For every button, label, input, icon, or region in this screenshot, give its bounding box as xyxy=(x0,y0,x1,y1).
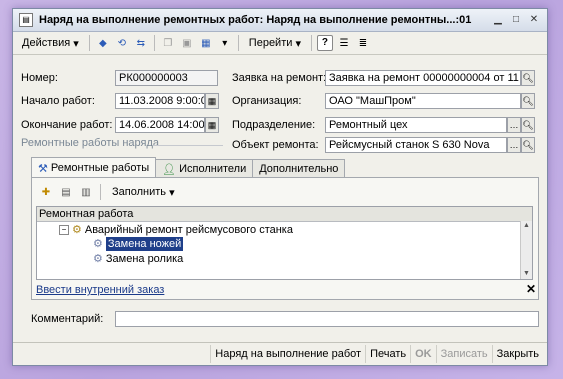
close-button[interactable]: ✕ xyxy=(527,14,541,26)
gear-icon: ⚙ xyxy=(93,253,103,265)
department-label: Подразделение: xyxy=(232,119,316,131)
tab-repair-works[interactable]: ⚒ Ремонтные работы xyxy=(31,157,157,178)
tree-row-label: Замена ролика xyxy=(105,253,184,265)
organization-label: Организация: xyxy=(232,95,302,107)
number-label: Номер: xyxy=(21,72,58,84)
tab-executors[interactable]: 👤︎ Исполнители xyxy=(155,159,254,178)
back-arrow-icon[interactable]: ◆ xyxy=(95,35,111,51)
section-title: Ремонтные работы наряда xyxy=(21,137,160,149)
copy-icon[interactable]: ❐ xyxy=(160,35,176,51)
tab-bar: ⚒ Ремонтные работы 👤︎ Исполнители Дополнит… xyxy=(31,157,346,178)
actions-label: Действия xyxy=(22,37,71,49)
tree-row[interactable]: ⚙ Замена ножей xyxy=(93,237,184,251)
tree-row-label: Аварийный ремонт рейсмусового станка xyxy=(84,224,293,236)
chevron-down-icon: ▾ xyxy=(295,37,301,50)
chevron-down-icon: ▾ xyxy=(73,37,79,50)
list-icon[interactable]: ☰ xyxy=(336,35,352,51)
goto-menu-button[interactable]: Перейти ▾ xyxy=(244,34,306,52)
object-label: Объект ремонта: xyxy=(232,139,319,151)
department-field[interactable]: Ремонтный цех xyxy=(325,117,507,133)
actions-menu-button[interactable]: Действия ▾ xyxy=(17,34,84,52)
vertical-scrollbar[interactable]: ▲ ▼ xyxy=(520,221,532,279)
tab-label: Исполнители xyxy=(179,163,247,175)
calendar-icon[interactable]: ▦ xyxy=(205,117,219,133)
print-form-button[interactable]: Наряд на выполнение работ xyxy=(210,345,365,363)
chevron-down-icon: ▾ xyxy=(169,186,175,199)
tab-additional[interactable]: Дополнительно xyxy=(252,159,346,178)
toolbar: Действия ▾ ◆ ⟲ ⇆ ❐ ▣ ▦ ▾ Перейти ▾ ? ☰ ≣ xyxy=(13,32,547,55)
edit-row-icon[interactable]: ▥ xyxy=(78,184,94,200)
toolbar-separator xyxy=(88,35,90,51)
start-date-field[interactable]: 11.03.2008 9:00:0 xyxy=(115,93,205,109)
minimize-button[interactable]: ▁ xyxy=(491,14,505,26)
chevron-down-icon[interactable]: ▾ xyxy=(217,35,233,51)
tree-row[interactable]: − ⚙ Аварийный ремонт рейсмусового станка xyxy=(59,223,293,237)
folder-gear-icon: ⚙ xyxy=(72,224,82,236)
add-row-icon[interactable]: ✚ xyxy=(38,184,54,200)
end-date-field[interactable]: 14.06.2008 14:00:0 xyxy=(115,117,205,133)
tree-row[interactable]: ⚙ Замена ролика xyxy=(93,252,183,266)
object-field[interactable]: Рейсмусный станок S 630 Nova xyxy=(325,137,507,153)
collapse-icon[interactable]: − xyxy=(59,225,69,235)
add-group-icon[interactable]: ▤ xyxy=(58,184,74,200)
search-icon[interactable]: 🔍︎ xyxy=(521,137,535,153)
paste-icon[interactable]: ▣ xyxy=(179,35,195,51)
close-icon[interactable]: ✕ xyxy=(526,282,536,296)
section-divider xyxy=(153,145,223,146)
tab-panel: ✚ ▤ ▥ Заполнить ▾ Ремонтная работа − ⚙ А… xyxy=(31,177,539,300)
tool-icon: ⚒ xyxy=(38,162,48,175)
fill-label: Заполнить xyxy=(112,186,167,198)
maximize-button[interactable]: □ xyxy=(509,14,523,26)
refresh-icon[interactable]: ⟲ xyxy=(114,35,130,51)
scroll-down-icon[interactable]: ▼ xyxy=(521,269,532,279)
repair-works-grid[interactable]: Ремонтная работа − ⚙ Аварийный ремонт ре… xyxy=(36,206,533,280)
ok-button[interactable]: OK xyxy=(410,345,436,363)
close-window-button[interactable]: Закрыть xyxy=(491,345,543,363)
comment-label: Комментарий: xyxy=(31,313,104,325)
start-date-label: Начало работ: xyxy=(21,95,95,107)
toolbar-separator xyxy=(153,35,155,51)
title-bar: ▤ Наряд на выполнение ремонтных работ: Н… xyxy=(13,9,547,32)
toolbar-separator xyxy=(100,184,101,200)
organization-field[interactable]: ОАО "МашПром" xyxy=(325,93,521,109)
tab-label: Дополнительно xyxy=(259,163,339,175)
document-flow-icon[interactable]: ▦ xyxy=(198,35,214,51)
ellipsis-icon[interactable]: … xyxy=(507,137,521,153)
scroll-up-icon[interactable]: ▲ xyxy=(521,221,532,231)
toolbar-separator xyxy=(310,35,312,51)
grid-column-header: Ремонтная работа xyxy=(37,207,532,222)
footer-bar: Наряд на выполнение работ Печать OK Запи… xyxy=(13,342,547,365)
request-field[interactable]: Заявка на ремонт 00000000004 от 11 ... xyxy=(325,70,521,86)
end-date-label: Окончание работ: xyxy=(21,119,113,131)
toolbar-separator xyxy=(237,35,239,51)
users-icon: 👤︎ xyxy=(162,163,177,176)
fill-menu-button[interactable]: Заполнить ▾ xyxy=(107,183,180,201)
window-title: Наряд на выполнение ремонтных работ: Нар… xyxy=(39,14,472,26)
request-label: Заявка на ремонт: xyxy=(232,72,327,84)
document-icon: ▤ xyxy=(19,13,33,27)
structure-icon[interactable]: ⇆ xyxy=(133,35,149,51)
internal-order-link[interactable]: Ввести внутренний заказ xyxy=(36,284,164,296)
help-button[interactable]: ? xyxy=(316,35,333,51)
search-icon[interactable]: 🔍︎ xyxy=(521,70,535,86)
settings-list-icon[interactable]: ≣ xyxy=(355,35,371,51)
number-field[interactable]: РК000000003 xyxy=(115,70,218,86)
comment-field[interactable] xyxy=(115,311,539,327)
tree-row-label: Замена ножей xyxy=(105,237,184,251)
calendar-icon[interactable]: ▦ xyxy=(205,93,219,109)
print-button[interactable]: Печать xyxy=(365,345,410,363)
save-button[interactable]: Записать xyxy=(435,345,492,363)
tab-label: Ремонтные работы xyxy=(50,162,150,174)
document-window: ▤ Наряд на выполнение ремонтных работ: Н… xyxy=(12,8,548,366)
search-icon[interactable]: 🔍︎ xyxy=(521,93,535,109)
search-icon[interactable]: 🔍︎ xyxy=(521,117,535,133)
grid-toolbar: ✚ ▤ ▥ Заполнить ▾ xyxy=(38,183,180,201)
gear-icon: ⚙ xyxy=(93,238,103,250)
goto-label: Перейти xyxy=(248,37,293,49)
ellipsis-icon[interactable]: … xyxy=(507,117,521,133)
